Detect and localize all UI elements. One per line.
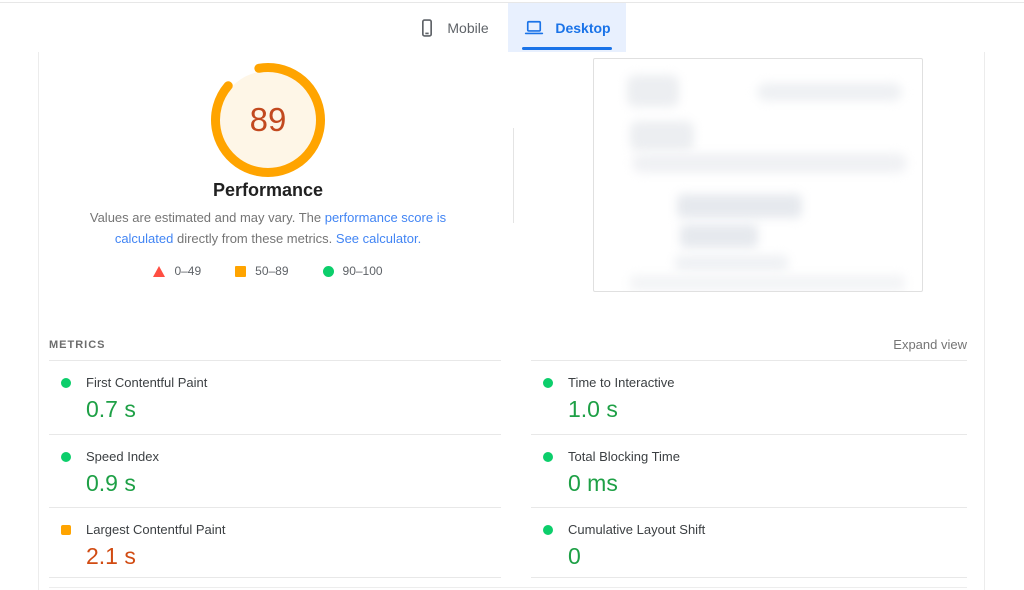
page-screenshot-thumbnail[interactable] [593,58,923,292]
metric-label: Speed Index [86,449,159,464]
metric-label: First Contentful Paint [86,375,207,390]
metric-status-icon [61,378,71,388]
metric-label: Cumulative Layout Shift [568,522,705,537]
description-text-2: directly from these metrics. [173,231,336,246]
metric-value: 0 ms [568,470,967,497]
metric-status-icon [61,525,71,535]
metrics-grid: First Contentful Paint 0.7 s Time to Int… [49,361,967,578]
legend-pass-range: 90–100 [343,264,383,278]
metric-first-contentful-paint[interactable]: First Contentful Paint 0.7 s [49,361,501,435]
performance-title: Performance [78,180,458,201]
tab-mobile-label: Mobile [447,20,488,36]
metric-status-icon [543,378,553,388]
metric-status-icon [543,452,553,462]
blurred-content [632,153,907,173]
metrics-section-header: METRICS Expand view [49,335,967,357]
see-calculator-link[interactable]: See calculator. [336,231,421,246]
performance-score-gauge[interactable]: 89 [208,60,328,180]
blurred-content [757,83,902,101]
column-divider [513,128,514,223]
legend-fail: 0–49 [153,264,201,278]
metric-speed-index[interactable]: Speed Index 0.9 s [49,435,501,508]
metric-value: 0.7 s [86,396,501,423]
tab-mobile[interactable]: Mobile [398,3,508,53]
active-tab-underline [522,47,612,50]
metrics-section-label: METRICS [49,339,106,351]
metric-value: 1.0 s [568,396,967,423]
legend-fail-range: 0–49 [174,264,201,278]
section-divider [49,587,967,588]
blurred-content [680,224,758,248]
legend-average-range: 50–89 [255,264,288,278]
performance-score-value: 89 [208,60,328,180]
description-text-1: Values are estimated and may vary. The [90,210,325,225]
metric-label: Total Blocking Time [568,449,680,464]
metric-largest-contentful-paint[interactable]: Largest Contentful Paint 2.1 s [49,508,501,578]
blurred-content [677,194,802,218]
metric-value: 0 [568,543,967,570]
average-square-icon [235,266,246,277]
tab-desktop-label: Desktop [555,20,610,36]
metric-time-to-interactive[interactable]: Time to Interactive 1.0 s [531,361,967,435]
blurred-content [630,121,694,151]
metric-value: 2.1 s [86,543,501,570]
metric-label: Time to Interactive [568,375,674,390]
fail-triangle-icon [153,266,165,277]
metric-status-icon [61,452,71,462]
expand-view-button[interactable]: Expand view [893,337,967,352]
blurred-content [630,275,905,291]
legend-pass: 90–100 [323,264,383,278]
legend-average: 50–89 [235,264,288,278]
blurred-content [627,75,679,107]
tab-desktop[interactable]: Desktop [508,3,626,53]
pass-circle-icon [323,266,334,277]
metric-cumulative-layout-shift[interactable]: Cumulative Layout Shift 0 [531,508,967,578]
score-legend: 0–49 50–89 90–100 [78,264,458,278]
report-card: 89 Performance Values are estimated and … [38,52,985,590]
blurred-content [674,255,789,271]
metric-label: Largest Contentful Paint [86,522,225,537]
metric-total-blocking-time[interactable]: Total Blocking Time 0 ms [531,435,967,508]
metric-value: 0.9 s [86,470,501,497]
laptop-icon [523,18,545,38]
mobile-phone-icon [417,18,437,38]
device-tabbar: Mobile Desktop [0,3,1024,53]
performance-description: Values are estimated and may vary. The p… [78,208,458,250]
pagespeed-report: Mobile Desktop 89 Performance Values are… [0,0,1024,590]
metric-status-icon [543,525,553,535]
